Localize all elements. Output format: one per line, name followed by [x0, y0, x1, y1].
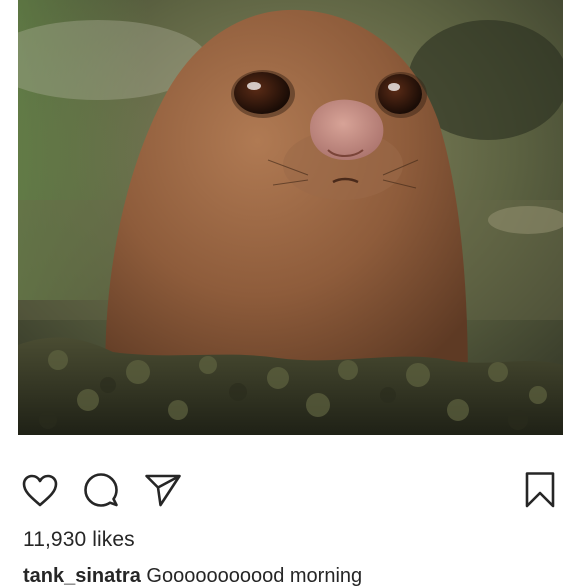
paper-plane-icon	[145, 474, 181, 507]
post-caption: tank_sinatra Gooooooooood morning	[23, 565, 362, 588]
post-image[interactable]	[18, 0, 563, 435]
caption-username[interactable]: tank_sinatra	[23, 565, 141, 587]
heart-icon	[22, 474, 58, 506]
post-photo	[18, 0, 563, 435]
comment-icon	[84, 473, 118, 507]
like-button[interactable]	[20, 468, 60, 512]
share-button[interactable]	[143, 468, 183, 512]
save-button[interactable]	[520, 468, 560, 512]
bookmark-icon	[525, 472, 555, 508]
comment-button[interactable]	[81, 468, 121, 512]
likes-count[interactable]: 11,930 likes	[23, 528, 135, 552]
caption-text: Gooooooooood morning	[146, 565, 363, 587]
post-action-bar	[0, 468, 580, 512]
